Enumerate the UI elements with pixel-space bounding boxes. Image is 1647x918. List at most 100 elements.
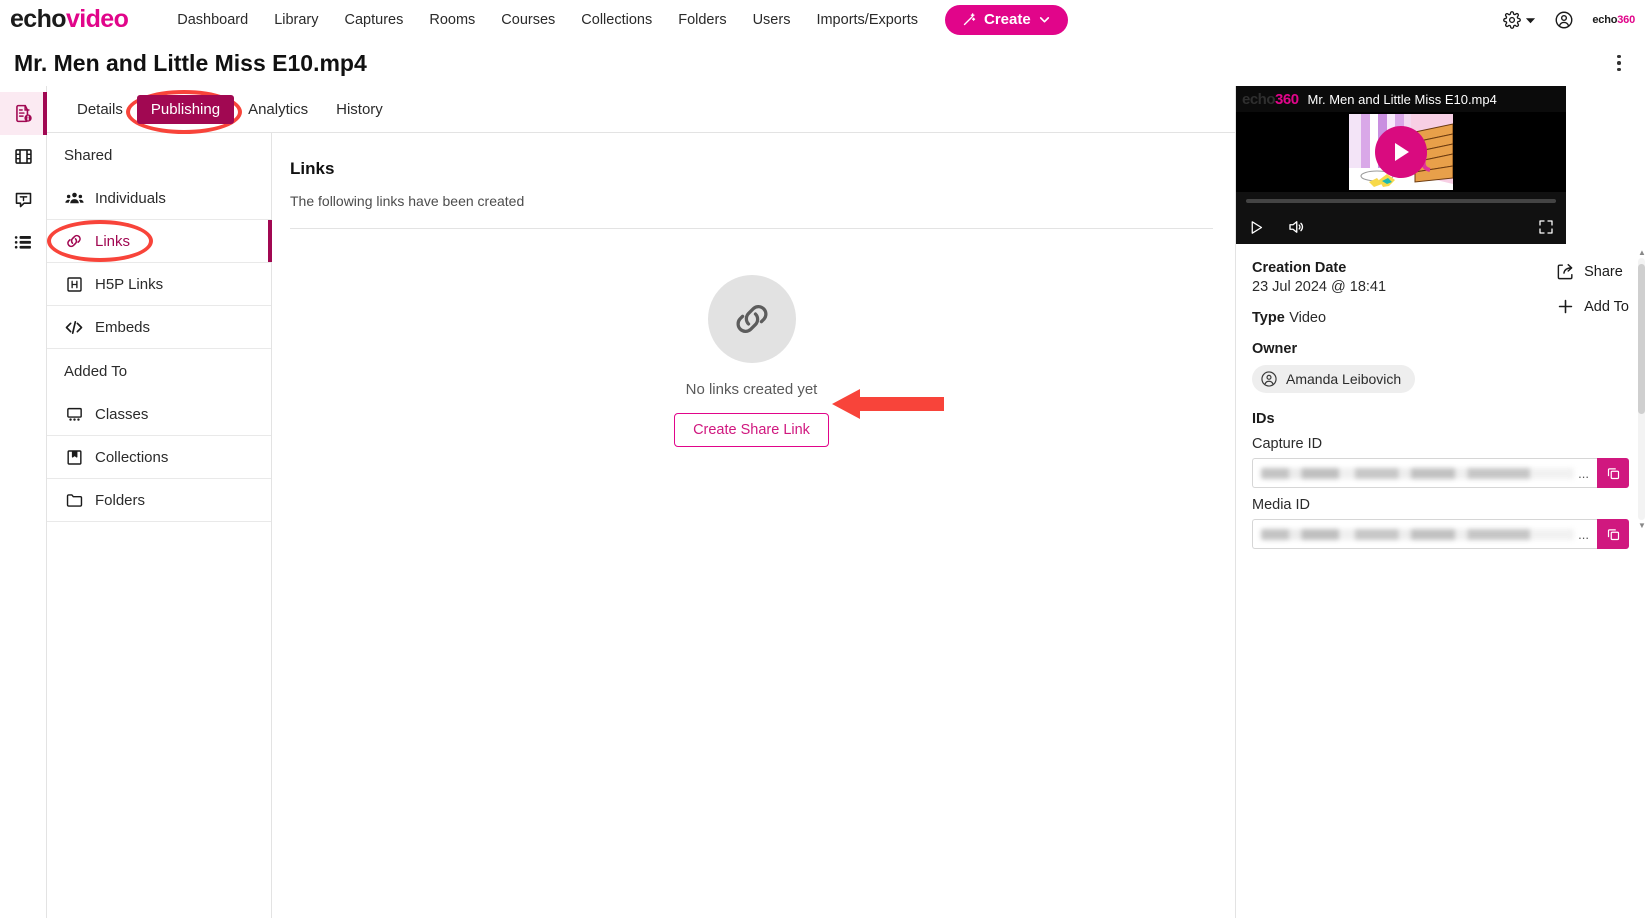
nav-item-captures[interactable]: Captures bbox=[332, 6, 417, 34]
top-navigation-bar: echovideo Dashboard Library Captures Roo… bbox=[0, 0, 1647, 40]
media-details-panel: echo360 Mr. Men and Little Miss E10.mp4 bbox=[1235, 86, 1647, 918]
player-echo360-logo: echo360 bbox=[1242, 91, 1299, 108]
share-button[interactable]: Share bbox=[1556, 262, 1629, 281]
owner-chip[interactable]: Amanda Leibovich bbox=[1252, 365, 1416, 393]
links-panel-subtitle: The following links have been created bbox=[290, 193, 525, 209]
nav-item-folders[interactable]: Folders bbox=[665, 6, 739, 34]
volume-button[interactable] bbox=[1287, 218, 1305, 236]
sidebar-item-collections[interactable]: Collections bbox=[47, 436, 271, 479]
share-icon bbox=[1556, 262, 1575, 281]
create-button[interactable]: Create bbox=[944, 4, 1068, 35]
tab-history[interactable]: History bbox=[322, 95, 397, 124]
tab-analytics[interactable]: Analytics bbox=[234, 95, 322, 124]
video-player[interactable]: echo360 Mr. Men and Little Miss E10.mp4 bbox=[1236, 86, 1566, 244]
play-overlay-button[interactable] bbox=[1375, 126, 1427, 178]
user-circle-icon bbox=[1554, 10, 1574, 30]
rail-item-details[interactable] bbox=[0, 92, 47, 135]
magic-wand-icon bbox=[962, 12, 977, 27]
share-button-label: Share bbox=[1584, 263, 1623, 280]
tab-publishing[interactable]: Publishing bbox=[136, 94, 235, 124]
nav-item-dashboard[interactable]: Dashboard bbox=[164, 6, 261, 34]
echovideo-logo[interactable]: echovideo bbox=[10, 5, 129, 34]
org-logo-echo: echo bbox=[1592, 14, 1618, 26]
tab-details[interactable]: Details bbox=[63, 95, 137, 124]
rail-item-chapters[interactable] bbox=[0, 221, 47, 264]
caption-text-icon bbox=[13, 189, 34, 210]
book-bookmark-icon bbox=[64, 448, 84, 467]
logo-text-echo: echo bbox=[10, 5, 67, 33]
sidebar-item-label: Individuals bbox=[95, 189, 166, 207]
capture-id-label: Capture ID bbox=[1252, 436, 1323, 452]
link-chain-icon bbox=[64, 231, 84, 251]
sidebar-item-h5p-links[interactable]: H5P Links bbox=[47, 263, 271, 306]
page-header: Mr. Men and Little Miss E10.mp4 bbox=[0, 40, 1647, 86]
media-id-field[interactable]: ... bbox=[1252, 519, 1597, 549]
top-right-actions: echo360 bbox=[1503, 0, 1635, 40]
links-panel: Links The following links have been crea… bbox=[272, 133, 1235, 918]
kebab-menu-icon[interactable] bbox=[1609, 52, 1629, 74]
logo-text-video: video bbox=[65, 5, 129, 33]
sidebar-item-label: Links bbox=[95, 232, 131, 250]
account-button[interactable] bbox=[1554, 10, 1574, 30]
organization-logo: echo360 bbox=[1592, 14, 1635, 26]
settings-menu-button[interactable] bbox=[1503, 11, 1536, 29]
create-share-link-button[interactable]: Create Share Link bbox=[674, 413, 829, 447]
sidebar-item-embeds[interactable]: Embeds bbox=[47, 306, 271, 349]
h5p-icon bbox=[64, 275, 84, 294]
media-id-label: Media ID bbox=[1252, 497, 1311, 513]
publishing-sidebar: Shared Individuals Links H5P Links Embed… bbox=[47, 133, 272, 918]
sidebar-item-links[interactable]: Links bbox=[47, 220, 272, 263]
nav-item-imports-exports[interactable]: Imports/Exports bbox=[803, 6, 931, 34]
tool-rail bbox=[0, 86, 47, 918]
nav-item-courses[interactable]: Courses bbox=[488, 6, 568, 34]
add-to-button[interactable]: Add To bbox=[1556, 297, 1629, 316]
empty-state-icon-circle bbox=[707, 275, 796, 363]
nav-item-library[interactable]: Library bbox=[261, 6, 331, 34]
copy-media-id-button[interactable] bbox=[1597, 519, 1629, 549]
player-logo-echo: echo bbox=[1242, 90, 1276, 108]
nav-item-collections[interactable]: Collections bbox=[568, 6, 665, 34]
progress-track[interactable] bbox=[1246, 199, 1556, 203]
capture-id-field[interactable]: ... bbox=[1252, 458, 1597, 488]
add-to-button-label: Add To bbox=[1584, 298, 1629, 315]
media-id-ellipsis: ... bbox=[1578, 526, 1589, 542]
nav-item-rooms[interactable]: Rooms bbox=[416, 6, 488, 34]
empty-state-text: No links created yet bbox=[685, 381, 818, 398]
sidebar-item-classes[interactable]: Classes bbox=[47, 393, 271, 436]
sidebar-group-shared-title: Shared bbox=[64, 146, 113, 164]
sidebar-item-label: H5P Links bbox=[95, 275, 164, 293]
sidebar-item-individuals[interactable]: Individuals bbox=[47, 177, 271, 220]
rail-item-transcript[interactable] bbox=[0, 178, 47, 221]
play-button[interactable] bbox=[1248, 219, 1265, 236]
people-group-icon bbox=[64, 189, 84, 208]
sidebar-item-folders[interactable]: Folders bbox=[47, 479, 271, 522]
rail-item-media[interactable] bbox=[0, 135, 47, 178]
player-progress-bar[interactable] bbox=[1236, 192, 1566, 210]
tab-bar: Details Publishing Analytics History bbox=[47, 86, 1235, 133]
ids-label: IDs bbox=[1252, 411, 1275, 427]
type-label: Type bbox=[1252, 310, 1285, 326]
media-id-row: ... bbox=[1252, 519, 1629, 549]
user-circle-icon bbox=[1260, 370, 1278, 388]
sidebar-item-label: Folders bbox=[95, 491, 146, 509]
outline-list-icon bbox=[13, 232, 34, 253]
media-id-value bbox=[1261, 528, 1575, 540]
player-header: echo360 Mr. Men and Little Miss E10.mp4 bbox=[1236, 86, 1566, 112]
empty-state: No links created yet Create Share Link bbox=[290, 275, 1213, 447]
copy-capture-id-button[interactable] bbox=[1597, 458, 1629, 488]
scrollbar-thumb[interactable] bbox=[1638, 264, 1645, 414]
chevron-down-icon bbox=[1038, 13, 1051, 26]
page-title: Mr. Men and Little Miss E10.mp4 bbox=[14, 49, 367, 76]
org-logo-360: 360 bbox=[1617, 14, 1635, 26]
app-root: echovideo Dashboard Library Captures Roo… bbox=[0, 0, 1647, 918]
player-title: Mr. Men and Little Miss E10.mp4 bbox=[1307, 91, 1497, 107]
scroll-up-arrow-icon[interactable]: ▲ bbox=[1638, 248, 1646, 257]
nav-item-users[interactable]: Users bbox=[740, 6, 804, 34]
details-scrollbar[interactable]: ▲ ▼ bbox=[1638, 248, 1646, 530]
classroom-icon bbox=[64, 405, 84, 424]
document-info-icon bbox=[13, 103, 34, 124]
capture-id-ellipsis: ... bbox=[1578, 465, 1589, 481]
video-thumbnail bbox=[1349, 114, 1453, 190]
scroll-down-arrow-icon[interactable]: ▼ bbox=[1638, 521, 1646, 530]
fullscreen-button[interactable] bbox=[1538, 219, 1554, 235]
